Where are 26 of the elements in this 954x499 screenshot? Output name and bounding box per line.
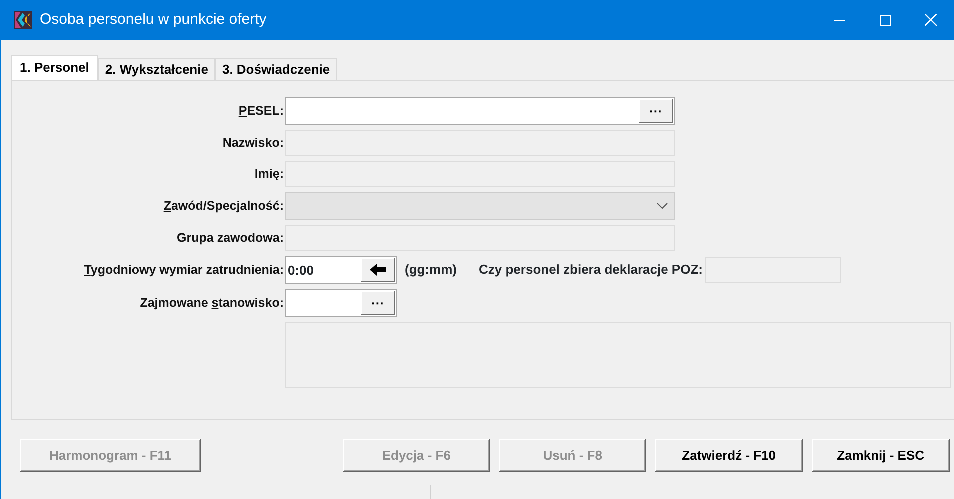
field-label: Grupa zawodowa: — [176, 230, 285, 247]
tab[interactable]: 1. Personel — [11, 55, 98, 80]
tab[interactable]: 2. Wykształcenie — [98, 58, 216, 80]
maximize-icon — [880, 14, 890, 26]
field-label: Zajmowane stanowisko: — [139, 294, 285, 312]
arrow-button[interactable] — [361, 258, 395, 282]
close-icon — [925, 14, 937, 26]
time-field[interactable]: 0:00 — [285, 256, 397, 284]
chevron-down-icon — [657, 203, 668, 209]
tab[interactable]: 3. Doświadczenie — [215, 58, 338, 80]
app-logo-icon — [14, 11, 32, 29]
format-hint: (gg:mm) — [405, 261, 457, 280]
window-title: Osoba personelu w punkcie oferty — [40, 10, 268, 30]
browse-button[interactable]: ··· — [639, 99, 673, 123]
field-label: Nazwisko: — [222, 134, 285, 152]
action-button[interactable]: Zamknij - ESC — [812, 439, 950, 472]
field-label: Tygodniowy wymiar zatrudnienia: — [83, 262, 285, 279]
arrow-left-icon — [370, 264, 386, 276]
action-button[interactable]: Zatwierdź - F10 — [655, 439, 803, 472]
field-label: Czy personel zbiera deklaracje POZ: — [479, 261, 703, 280]
input-field[interactable]: ··· — [285, 97, 675, 125]
browse-button[interactable]: ··· — [361, 291, 395, 315]
field-label: Zawód/Specjalność: — [162, 198, 285, 215]
input-field[interactable]: ··· — [285, 289, 397, 317]
field-label: Imię: — [254, 166, 285, 183]
field-label: PESEL: — [238, 102, 285, 120]
